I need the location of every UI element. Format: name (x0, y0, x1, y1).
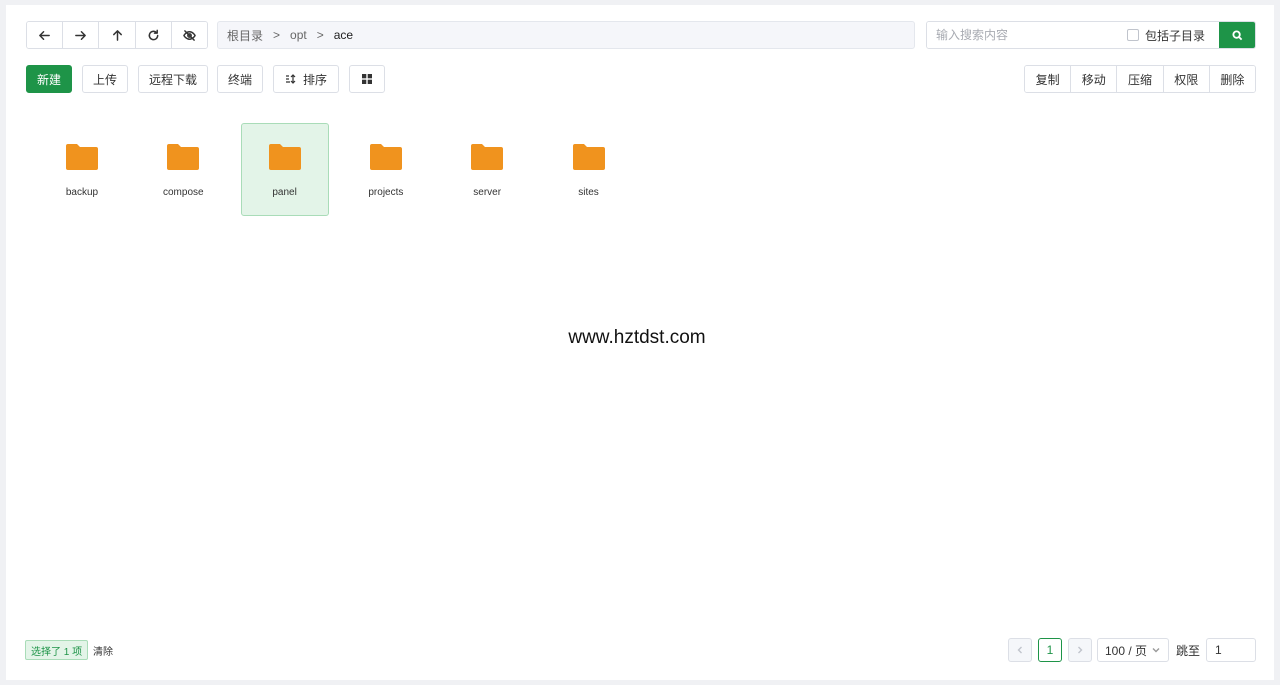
include-subdir-toggle[interactable]: 包括子目录 (1126, 22, 1219, 48)
forward-button[interactable] (63, 22, 100, 48)
file-actions-group: 复制 移动 压缩 权限 删除 (1024, 65, 1256, 93)
file-manager-panel: 根目录 > opt > ace 包括子目录 新建 上传 远程下载 终端 排序 复… (6, 5, 1274, 680)
folder-name: backup (65, 187, 99, 198)
folder-name: server (473, 187, 502, 198)
next-page-button[interactable] (1068, 638, 1092, 662)
folder-item[interactable]: server (443, 123, 531, 216)
folder-item[interactable]: panel (240, 123, 329, 216)
eye-off-icon (183, 29, 196, 41)
remote-download-button[interactable]: 远程下载 (138, 65, 208, 93)
folder-name: compose (163, 187, 204, 198)
delete-button[interactable]: 删除 (1209, 66, 1255, 92)
watermark-text: www.hztdst.com (568, 327, 706, 348)
compress-button[interactable]: 压缩 (1117, 66, 1164, 92)
breadcrumb-separator: > (273, 28, 281, 42)
arrow-left-icon (39, 30, 50, 40)
sort-label: 排序 (302, 72, 327, 87)
search-input[interactable] (927, 22, 1127, 48)
folder-icon (268, 144, 301, 170)
breadcrumb: 根目录 > opt > ace (217, 21, 915, 49)
up-button[interactable] (99, 22, 136, 48)
refresh-button[interactable] (135, 22, 172, 48)
new-button[interactable]: 新建 (26, 65, 72, 93)
page-size-select[interactable]: 100 / 页 (1097, 638, 1169, 662)
folder-name: projects (368, 187, 404, 198)
folder-item[interactable]: backup (38, 123, 126, 216)
prev-page-button[interactable] (1008, 638, 1032, 662)
permission-button[interactable]: 权限 (1163, 66, 1210, 92)
sort-button[interactable]: 排序 (273, 65, 339, 93)
clear-selection-link[interactable]: 清除 (93, 640, 113, 660)
search-bar: 包括子目录 (926, 21, 1256, 49)
include-subdir-checkbox[interactable] (1126, 29, 1139, 41)
refresh-icon (148, 29, 159, 40)
goto-page-input[interactable] (1206, 638, 1256, 662)
breadcrumb-root[interactable]: 根目录 (227, 27, 263, 44)
nav-button-group (26, 21, 208, 49)
breadcrumb-opt[interactable]: opt (290, 28, 307, 42)
view-toggle-button[interactable] (349, 65, 385, 93)
arrow-right-icon (75, 30, 87, 40)
chevron-down-icon (1152, 648, 1160, 653)
breadcrumb-current[interactable]: ace (334, 28, 353, 42)
arrow-up-icon (112, 29, 122, 41)
folder-icon (471, 144, 504, 170)
selection-count-badge: 选择了 1 项 (25, 640, 89, 660)
search-icon (1231, 29, 1242, 40)
chevron-left-icon (1017, 646, 1022, 654)
folder-icon (167, 144, 200, 170)
folder-icon (66, 144, 98, 170)
breadcrumb-separator: > (316, 28, 324, 42)
upload-button[interactable]: 上传 (82, 65, 128, 93)
goto-label: 跳至 (1176, 643, 1201, 658)
toggle-hidden-button[interactable] (171, 22, 207, 48)
sort-icon (285, 74, 296, 84)
folder-icon (369, 144, 402, 170)
move-button[interactable]: 移动 (1071, 66, 1118, 92)
search-button[interactable] (1219, 22, 1255, 48)
chevron-right-icon (1078, 646, 1083, 654)
terminal-button[interactable]: 终端 (217, 65, 263, 93)
grid-icon (362, 74, 372, 84)
folder-item[interactable]: sites (545, 123, 633, 216)
folder-icon (572, 144, 605, 170)
folder-name: panel (272, 187, 297, 198)
copy-button[interactable]: 复制 (1025, 66, 1072, 92)
include-subdir-label: 包括子目录 (1144, 28, 1205, 43)
page-number-button[interactable]: 1 (1038, 638, 1062, 662)
page-size-value: 100 / 页 (1104, 643, 1148, 658)
back-button[interactable] (27, 22, 64, 48)
folder-name: sites (578, 187, 599, 198)
folder-item[interactable]: projects (342, 123, 430, 216)
folder-item[interactable]: compose (139, 123, 227, 216)
